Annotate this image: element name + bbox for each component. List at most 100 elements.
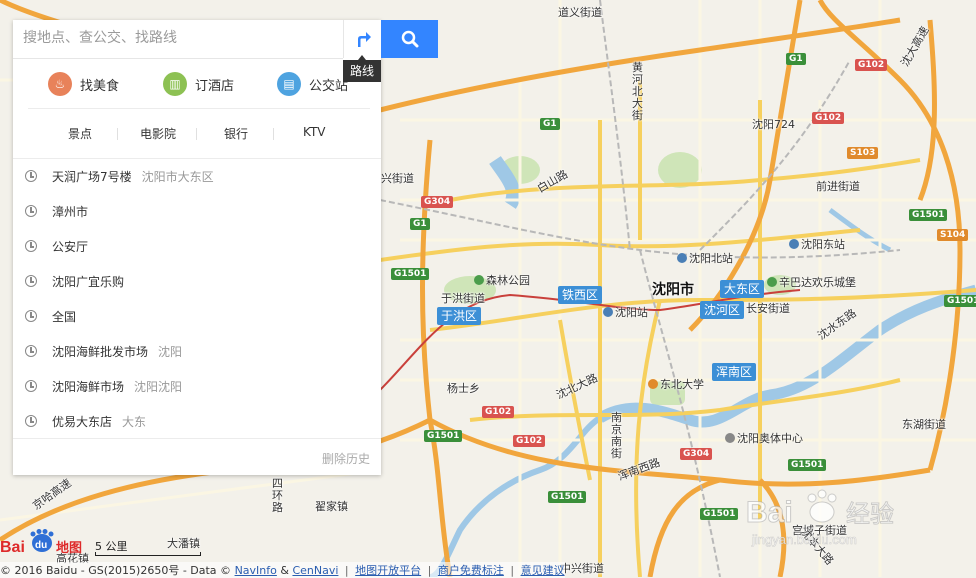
highway-shield: G1: [410, 218, 430, 230]
category-scenic[interactable]: 景点: [68, 125, 92, 142]
ampersand: &: [280, 564, 289, 577]
highway-shield: G1: [786, 53, 806, 65]
school-icon: [648, 379, 658, 389]
baidu-map-logo[interactable]: Bai du 地图: [0, 528, 90, 556]
clear-history-link[interactable]: 删除历史: [322, 450, 370, 467]
search-input[interactable]: [13, 20, 333, 56]
poi-sinbad-castle[interactable]: 辛巴达欢乐城堡: [767, 276, 856, 289]
clock-icon: [25, 275, 37, 287]
district-label-yuhong[interactable]: 于洪区: [437, 307, 482, 325]
copyright-bar: © 2016 Baidu - GS(2015)2650号 - Data © Na…: [0, 562, 565, 578]
clock-icon: [25, 345, 37, 357]
divider: [117, 128, 118, 140]
bus-icon: ▤: [277, 72, 301, 96]
navinfo-link[interactable]: NavInfo: [235, 564, 277, 577]
place-label: 中兴街道: [560, 562, 604, 575]
divider: |: [510, 564, 515, 577]
highway-shield: G304: [421, 196, 454, 208]
road-label: 南京南街: [611, 411, 622, 460]
divider: [273, 128, 274, 140]
divider: [13, 438, 381, 439]
cennavi-link[interactable]: CenNavi: [292, 564, 338, 577]
history-name: 优易大东店: [52, 415, 113, 429]
district-label-dadong[interactable]: 大东区: [720, 280, 765, 298]
train-station-icon: [677, 253, 687, 263]
quick-link-label: 订酒店: [195, 78, 235, 94]
divider: |: [344, 564, 349, 577]
history-name: 沈阳海鲜批发市场: [52, 345, 149, 359]
highway-shield: G102: [855, 59, 888, 71]
quick-link-bus-stop[interactable]: ▤ 公交站: [277, 72, 348, 96]
feedback-link[interactable]: 意见建议: [521, 564, 565, 577]
open-platform-link[interactable]: 地图开放平台: [355, 564, 421, 577]
svg-text:经验: 经验: [846, 500, 894, 528]
city-label[interactable]: 沈阳市: [652, 279, 694, 299]
clock-icon: [25, 415, 37, 427]
search-button[interactable]: [381, 20, 438, 58]
baidu-jingyan-watermark: Bai 经验 jingyan.baidu.com: [746, 488, 926, 552]
merchant-mark-link[interactable]: 商户免费标注: [438, 564, 504, 577]
history-item[interactable]: 沈阳海鲜市场 沈阳沈阳: [13, 369, 381, 404]
stadium-icon: [725, 433, 735, 443]
hotel-icon: ▥: [163, 72, 187, 96]
highway-shield: G1501: [788, 459, 827, 471]
poi-shenyang-station[interactable]: 沈阳站: [603, 306, 648, 319]
poi-northeastern-university[interactable]: 东北大学: [648, 378, 704, 391]
highway-shield: G102: [482, 406, 515, 418]
search-box: [13, 20, 343, 59]
history-item[interactable]: 沈阳海鲜批发市场 沈阳: [13, 334, 381, 369]
train-station-icon: [603, 307, 613, 317]
divider: [196, 128, 197, 140]
category-cinema[interactable]: 电影院: [140, 125, 176, 142]
watermark-logo-icon: Bai 经验 jingyan.baidu.com: [746, 489, 895, 547]
baidu-paw-icon: Bai du 地图: [0, 529, 82, 556]
highway-shield: G102: [513, 435, 546, 447]
district-label-tiexi[interactable]: 铁西区: [558, 286, 603, 304]
divider: [28, 108, 370, 109]
highway-shield: G1: [540, 118, 560, 130]
district-label-hunnan[interactable]: 浑南区: [712, 363, 757, 381]
highway-shield: G304: [680, 448, 713, 460]
highway-shield: G1501: [700, 508, 739, 520]
clock-icon: [25, 205, 37, 217]
place-label: 于洪街道: [441, 292, 485, 305]
history-name: 漳州市: [52, 205, 89, 219]
district-label-shenhe[interactable]: 沈河区: [700, 301, 745, 319]
history-item[interactable]: 天润广场7号楼 沈阳市大东区: [13, 159, 381, 194]
quick-link-hotel[interactable]: ▥ 订酒店: [163, 72, 234, 96]
history-item[interactable]: 漳州市: [13, 194, 381, 229]
quick-link-food[interactable]: ♨ 找美食: [48, 72, 119, 96]
park-icon: [474, 275, 484, 285]
place-label: 道义街道: [558, 6, 602, 19]
watermark-url: jingyan.baidu.com: [751, 532, 857, 547]
poi-forest-park[interactable]: 森林公园: [474, 274, 530, 287]
place-label: 长安街道: [746, 302, 790, 315]
poi-olympic-center[interactable]: 沈阳奥体中心: [725, 432, 803, 445]
clock-icon: [25, 170, 37, 182]
history-item[interactable]: 公安厅: [13, 229, 381, 264]
highway-shield: G102: [812, 112, 845, 124]
history-item[interactable]: 全国: [13, 299, 381, 334]
poi-shenyang-north-station[interactable]: 沈阳北站: [677, 252, 733, 265]
place-label: 翟家镇: [315, 500, 348, 513]
highway-shield: G1501: [909, 209, 948, 221]
road-label: 四环路: [272, 477, 283, 514]
history-name: 沈阳海鲜市场: [52, 380, 125, 394]
quick-link-label: 公交站: [309, 78, 349, 94]
category-bank[interactable]: 银行: [224, 125, 248, 142]
clock-icon: [25, 380, 37, 392]
place-label: 杨士乡: [447, 382, 480, 395]
road-label: 黄河北大街: [632, 61, 643, 122]
place-label: 兴街道: [381, 172, 414, 185]
history-name: 天润广场7号楼: [52, 170, 132, 184]
history-name: 沈阳广宜乐购: [52, 275, 125, 289]
highway-shield: S104: [937, 229, 969, 241]
category-ktv[interactable]: KTV: [303, 125, 325, 139]
train-station-icon: [789, 239, 799, 249]
poi-shenyang-east-station[interactable]: 沈阳东站: [789, 238, 845, 251]
highway-shield: G1501: [391, 268, 430, 280]
route-button[interactable]: [343, 20, 382, 58]
search-icon: [401, 30, 418, 48]
history-item[interactable]: 优易大东店 大东: [13, 404, 381, 439]
history-item[interactable]: 沈阳广宜乐购: [13, 264, 381, 299]
